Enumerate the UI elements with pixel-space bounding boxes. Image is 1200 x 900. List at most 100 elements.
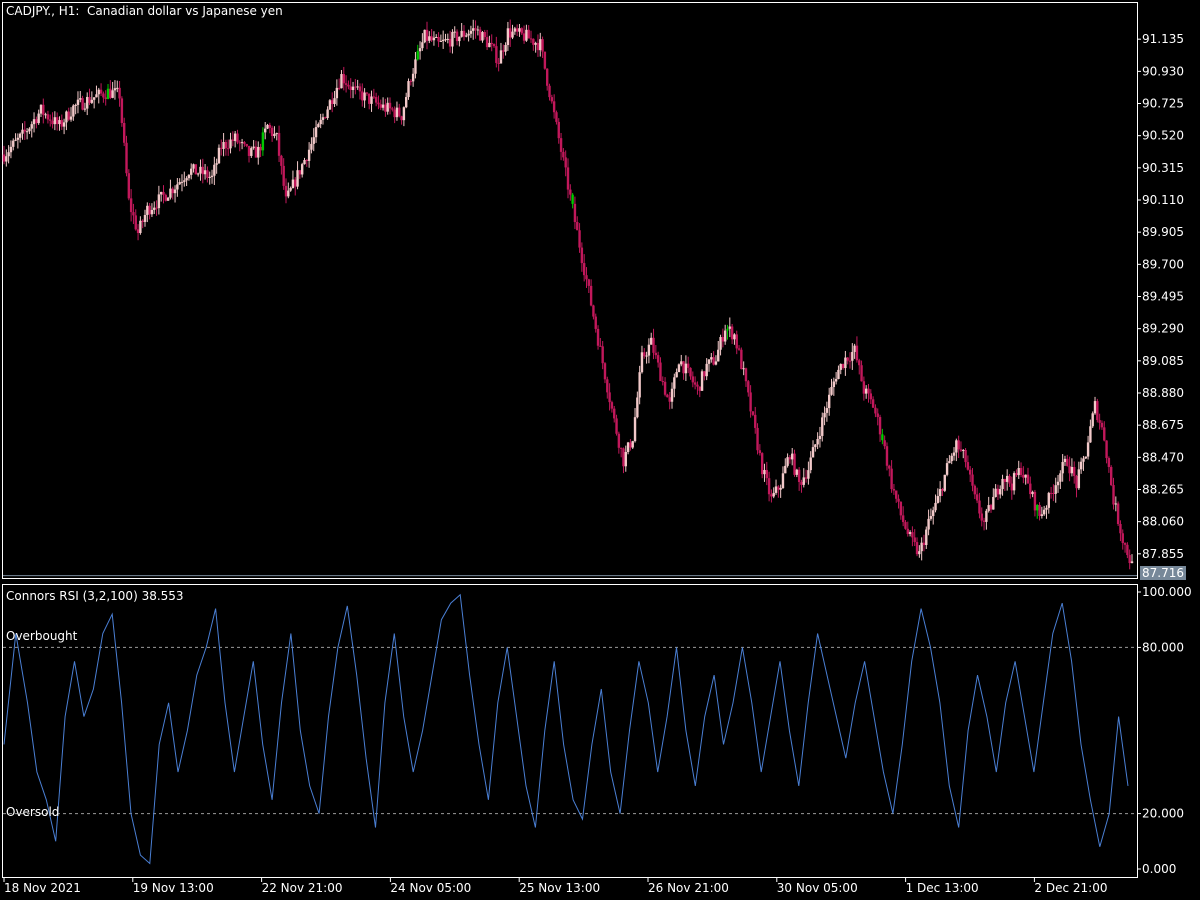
candle-body xyxy=(1070,467,1074,474)
candle-body xyxy=(941,489,944,491)
candle-body xyxy=(1116,503,1120,525)
candle-body xyxy=(1022,474,1025,478)
candle-body xyxy=(354,86,357,88)
candle-body xyxy=(626,442,630,452)
time-axis: 18 Nov 2021 19 Nov 13:00 22 Nov 21:00 24 No… xyxy=(3,878,1107,895)
candle-body xyxy=(129,198,133,213)
candle-body xyxy=(760,453,764,475)
candle-body xyxy=(814,444,817,448)
candle-body xyxy=(619,447,623,449)
candle-body xyxy=(529,38,533,40)
candle-body xyxy=(28,128,31,132)
candle-body xyxy=(298,170,302,175)
candle-body xyxy=(46,114,50,120)
candle-body xyxy=(307,149,311,161)
candle-body xyxy=(832,381,836,388)
candle-body xyxy=(707,359,711,364)
candle-body xyxy=(751,411,755,415)
candle-body xyxy=(585,275,588,280)
candle-body xyxy=(874,407,877,414)
candle-body xyxy=(492,44,496,47)
candle-body xyxy=(497,62,500,64)
candle-body xyxy=(749,392,752,412)
rsi-tick-label: 0.000 xyxy=(1142,862,1176,876)
candle-body xyxy=(5,156,8,162)
header-sep: , xyxy=(51,4,59,18)
candle-body xyxy=(337,87,341,89)
rsi-tick-label: 20.000 xyxy=(1142,807,1184,821)
candle-body xyxy=(173,189,177,194)
candle-body xyxy=(303,160,306,165)
candle-body xyxy=(999,489,1002,495)
candle-body xyxy=(975,494,979,501)
candle-body xyxy=(113,88,117,91)
candle-body xyxy=(125,142,128,174)
candle-body xyxy=(675,372,678,378)
candle-body xyxy=(1075,475,1078,489)
candle-body xyxy=(807,470,810,479)
candle-body xyxy=(555,112,558,122)
candle-body xyxy=(227,148,230,150)
candle-body xyxy=(155,207,158,209)
candle-body xyxy=(1068,465,1071,474)
candle-body xyxy=(416,51,419,60)
candle-body xyxy=(543,51,547,69)
candle-body xyxy=(194,164,198,175)
candle-body xyxy=(141,220,144,222)
candle-body xyxy=(451,32,454,47)
candle-body xyxy=(834,378,838,382)
candle-body xyxy=(1105,440,1108,459)
rsi-tick-label: 80.000 xyxy=(1142,640,1184,654)
candle-body xyxy=(691,376,695,383)
candle-body xyxy=(603,363,607,380)
candle-body xyxy=(580,247,584,264)
candle-body xyxy=(245,143,248,146)
candle-body xyxy=(871,399,875,408)
candle-body xyxy=(453,31,456,33)
candle-body xyxy=(504,45,507,52)
candle-body xyxy=(1063,458,1067,463)
overbought-label: Overbought xyxy=(6,629,78,643)
candle-body xyxy=(199,166,202,174)
candle-body xyxy=(14,139,17,141)
candle-body xyxy=(414,59,417,74)
candle-body xyxy=(717,349,720,362)
candle-body xyxy=(384,104,387,112)
time-tick-label: 19 Nov 13:00 xyxy=(133,881,214,895)
candle-body xyxy=(441,39,445,41)
candle-body xyxy=(513,28,517,32)
candle-body xyxy=(1056,481,1060,486)
candle-body xyxy=(109,88,112,98)
candle-body xyxy=(684,363,688,374)
candle-body xyxy=(44,114,47,116)
candle-body xyxy=(841,363,845,369)
time-tick-label: 30 Nov 05:00 xyxy=(777,881,858,895)
candle-body xyxy=(622,448,625,467)
candle-body xyxy=(67,111,70,120)
candle-body xyxy=(266,124,269,129)
candle-body xyxy=(781,473,785,488)
candle-body xyxy=(444,39,447,41)
candle-body xyxy=(534,42,537,45)
candle-body xyxy=(252,146,255,149)
candle-body xyxy=(215,163,218,165)
candle-body xyxy=(206,170,209,178)
price-tick-label: 90.725 xyxy=(1142,97,1184,111)
candle-body xyxy=(231,139,235,141)
candle-body xyxy=(153,207,156,210)
candle-body xyxy=(1096,401,1099,421)
candle-body xyxy=(522,33,526,41)
candle-body xyxy=(844,357,847,369)
candle-body xyxy=(862,381,866,394)
candle-body xyxy=(446,38,450,40)
candle-body xyxy=(381,104,385,108)
candle-body xyxy=(344,83,348,85)
price-tick-label: 88.880 xyxy=(1142,386,1184,400)
candle-body xyxy=(180,181,184,183)
candle-body xyxy=(277,133,281,156)
price-tick-label: 88.265 xyxy=(1142,482,1184,496)
candle-body xyxy=(1100,422,1104,428)
candle-body xyxy=(721,337,725,342)
candle-body xyxy=(936,496,940,503)
candle-body xyxy=(982,520,986,522)
